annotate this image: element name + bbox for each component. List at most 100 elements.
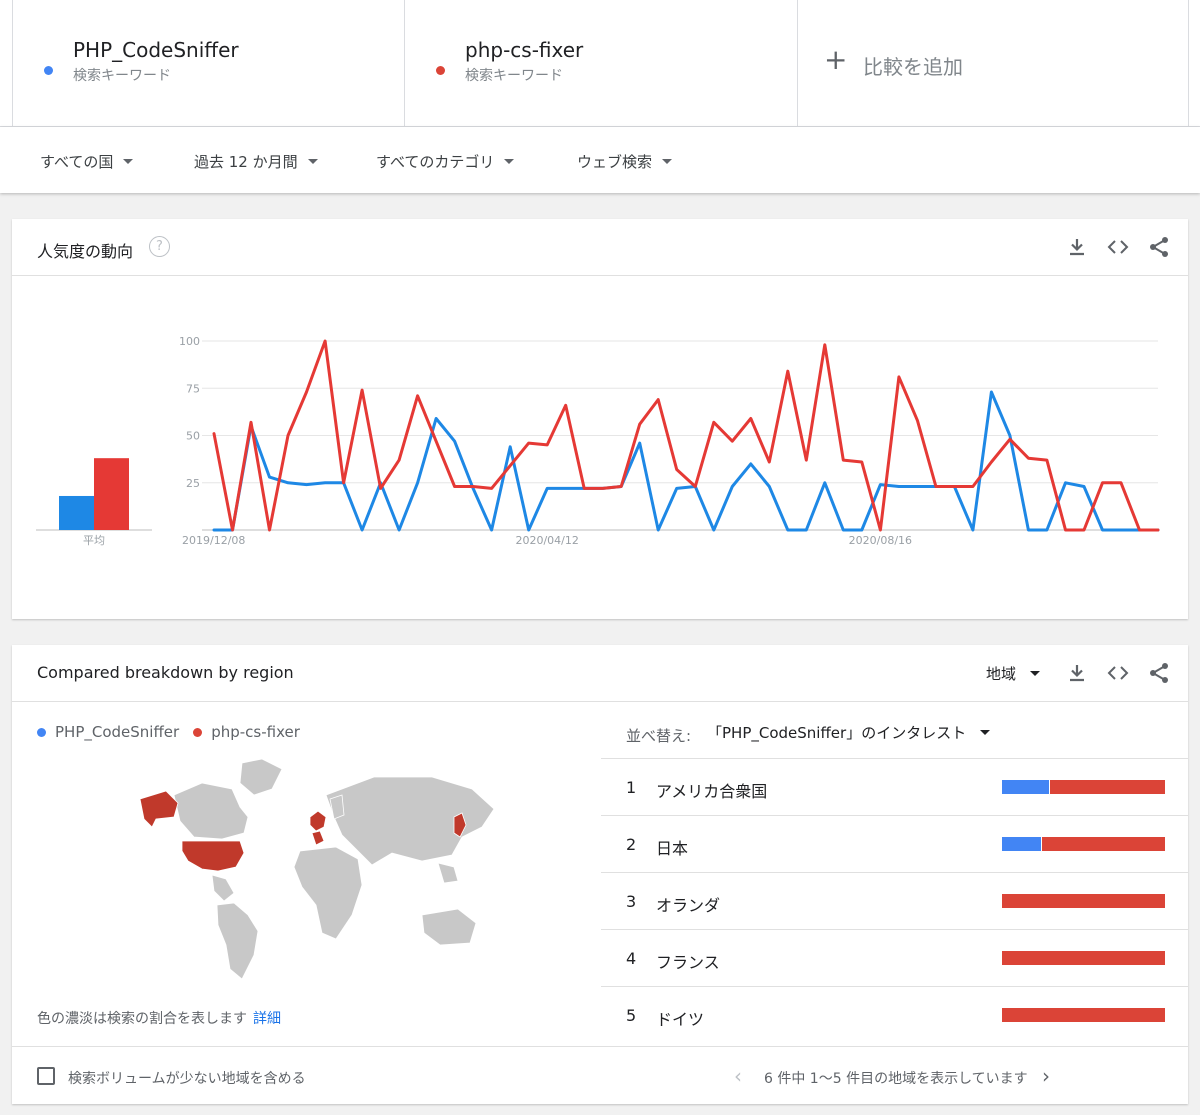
region-rank: 3: [626, 892, 637, 911]
region-rank: 1: [626, 778, 637, 797]
map-note: 色の濃淡は検索の割合を表します 詳細: [37, 1008, 281, 1028]
region-share-bar: [1002, 780, 1165, 794]
low-volume-checkbox[interactable]: [37, 1067, 55, 1085]
card-title: 人気度の動向: [37, 242, 134, 261]
region-share-bar: [1002, 1008, 1165, 1022]
share-bar-php-cs-fixer: [1002, 894, 1165, 908]
search-type-label: ウェブ検索: [577, 153, 653, 171]
help-icon[interactable]: ?: [149, 236, 170, 257]
sort-label: 並べ替え:: [626, 727, 692, 745]
region-rank: 5: [626, 1006, 637, 1025]
embed-icon[interactable]: [1106, 235, 1130, 259]
scandinavia-region: [329, 794, 345, 820]
trend-chart: 25 50 75 100 2019/12/08 2020/04/12 2020/08/16 平…: [36, 335, 1160, 547]
sort-value-label: 「PHP_CodeSniffer」のインタレスト: [707, 724, 967, 742]
region-share-bar: [1002, 894, 1165, 908]
caret-down-icon: [123, 159, 134, 164]
france-region: [311, 830, 325, 846]
card-footer: 検索ボリュームが少ない地域を含める ‹ 6 件中 1〜5 件目の地域を表示してい…: [12, 1046, 1188, 1104]
sort-row: 並べ替え: 「PHP_CodeSniffer」のインタレスト: [601, 702, 1188, 759]
share-icon[interactable]: [1147, 235, 1171, 259]
caret-down-icon: [504, 159, 515, 164]
map-note-text: 色の濃淡は検索の割合を表します: [37, 1011, 247, 1027]
canada-region: [173, 782, 249, 840]
caret-down-icon: [307, 159, 318, 164]
alaska-region: [139, 790, 179, 828]
y-tick-label: 100: [179, 335, 200, 348]
region-row[interactable]: 4 フランス: [601, 930, 1188, 987]
chevron-right-icon[interactable]: ›: [1042, 1064, 1050, 1088]
search-type-filter[interactable]: ウェブ検索: [577, 151, 673, 172]
share-bar-php-cs-fixer: [1041, 837, 1165, 851]
region-name: オランダ: [656, 896, 721, 915]
legend-dot: [37, 727, 46, 737]
region-breakdown-card: Compared breakdown by region 地域 PHP_Code…: [12, 645, 1188, 1104]
southeast-asia-region: [437, 862, 459, 884]
region-filter-label: すべての国: [40, 153, 114, 171]
caret-down-icon: [1030, 671, 1041, 676]
caret-down-icon: [662, 159, 673, 164]
resolution-select[interactable]: 地域: [986, 663, 1041, 684]
region-row[interactable]: 2 日本: [601, 816, 1188, 873]
region-filter[interactable]: すべての国: [40, 151, 134, 172]
region-name: アメリカ合衆国: [656, 782, 768, 801]
average-bar: [94, 458, 129, 530]
region-rank: 4: [626, 949, 637, 968]
term-type: 検索キーワード: [73, 68, 171, 84]
region-name: ドイツ: [656, 1010, 705, 1029]
interest-over-time-card: 人気度の動向 ? 25 50 75 100 2019/12/08 2020/04/12 20…: [12, 219, 1188, 619]
filter-bar: すべての国 過去 12 か月間 すべてのカテゴリ ウェブ検索: [0, 127, 1200, 193]
card-header: 人気度の動向 ?: [12, 219, 1188, 276]
legend-dot: [193, 727, 203, 737]
series-line-php-codesniffer: [212, 390, 1160, 532]
term-name: PHP_CodeSniffer: [73, 38, 239, 62]
australia-region: [421, 908, 477, 946]
search-term-2[interactable]: php-cs-fixer 検索キーワード: [404, 0, 797, 127]
y-tick-label: 50: [186, 430, 200, 443]
region-row[interactable]: 5 ドイツ: [601, 987, 1188, 1044]
plus-icon: +: [824, 43, 848, 76]
search-term-1[interactable]: PHP_CodeSniffer 検索キーワード: [12, 0, 404, 127]
map-legend: PHP_CodeSniffer php-cs-fixer: [37, 723, 300, 741]
term-color-dot: [436, 66, 445, 75]
term-name: php-cs-fixer: [465, 38, 584, 62]
x-tick-label: 2020/04/12: [515, 534, 578, 547]
download-icon[interactable]: [1065, 235, 1089, 259]
category-filter[interactable]: すべてのカテゴリ: [376, 151, 515, 172]
asia-region: [325, 776, 495, 866]
low-volume-label: 検索ボリュームが少ない地域を含める: [68, 1071, 306, 1087]
caret-down-icon: [980, 730, 991, 735]
africa-region: [293, 846, 363, 940]
share-bar-php-codesniffer: [1002, 780, 1050, 794]
embed-icon[interactable]: [1106, 661, 1130, 685]
sort-select[interactable]: 「PHP_CodeSniffer」のインタレスト: [707, 722, 991, 743]
download-icon[interactable]: [1065, 661, 1089, 685]
details-link[interactable]: 詳細: [253, 1011, 281, 1027]
card-header: Compared breakdown by region 地域: [12, 645, 1188, 702]
share-bar-php-cs-fixer: [1049, 780, 1165, 794]
region-rank: 2: [626, 835, 637, 854]
x-tick-label: 2020/08/16: [849, 534, 912, 547]
time-filter[interactable]: 過去 12 か月間: [194, 151, 318, 172]
average-label: 平均: [83, 534, 105, 547]
south-america-region: [216, 902, 259, 980]
resolution-label: 地域: [986, 665, 1017, 683]
term-type: 検索キーワード: [465, 68, 563, 84]
legend-label: PHP_CodeSniffer: [55, 723, 180, 741]
region-name: フランス: [656, 953, 720, 972]
chevron-left-icon[interactable]: ‹: [734, 1064, 742, 1088]
share-bar-php-codesniffer: [1002, 837, 1042, 851]
term-color-dot: [44, 66, 53, 75]
region-row[interactable]: 3 オランダ: [601, 873, 1188, 930]
europe-highlight-region: [309, 810, 327, 832]
world-map[interactable]: [122, 755, 502, 985]
share-bar-php-cs-fixer: [1002, 1008, 1165, 1022]
add-comparison-label: 比較を追加: [863, 55, 963, 79]
legend-label: php-cs-fixer: [211, 723, 300, 741]
add-comparison-button[interactable]: + 比較を追加: [797, 0, 1189, 127]
united-states-region: [181, 840, 245, 872]
y-tick-label: 75: [186, 382, 200, 395]
card-title: Compared breakdown by region: [37, 663, 294, 682]
region-row[interactable]: 1 アメリカ合衆国: [601, 759, 1188, 816]
share-icon[interactable]: [1147, 661, 1171, 685]
